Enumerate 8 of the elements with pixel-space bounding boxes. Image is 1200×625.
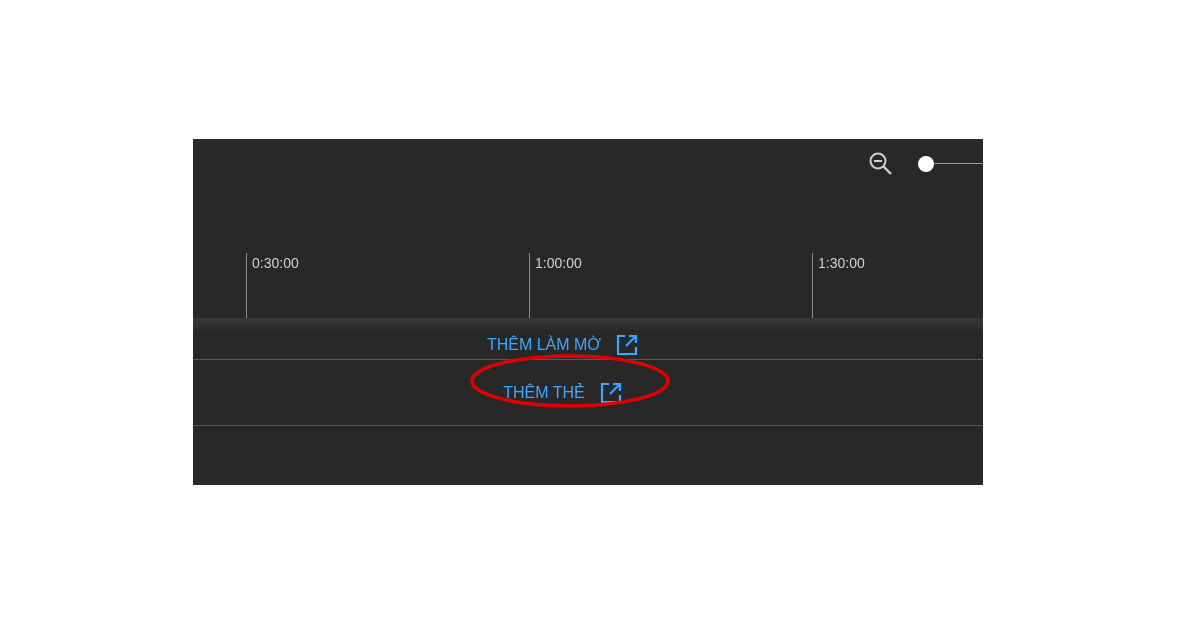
- external-link-icon: [615, 332, 640, 357]
- time-label: 1:30:00: [818, 254, 865, 273]
- zoom-out-icon[interactable]: [868, 151, 894, 177]
- add-track-link[interactable]: THÊM LÀM MỜ: [486, 332, 640, 357]
- zoom-slider[interactable]: [918, 155, 983, 173]
- external-link-icon: [598, 380, 623, 405]
- time-label: 0:30:00: [252, 254, 299, 273]
- time-label: 1:00:00: [535, 254, 582, 273]
